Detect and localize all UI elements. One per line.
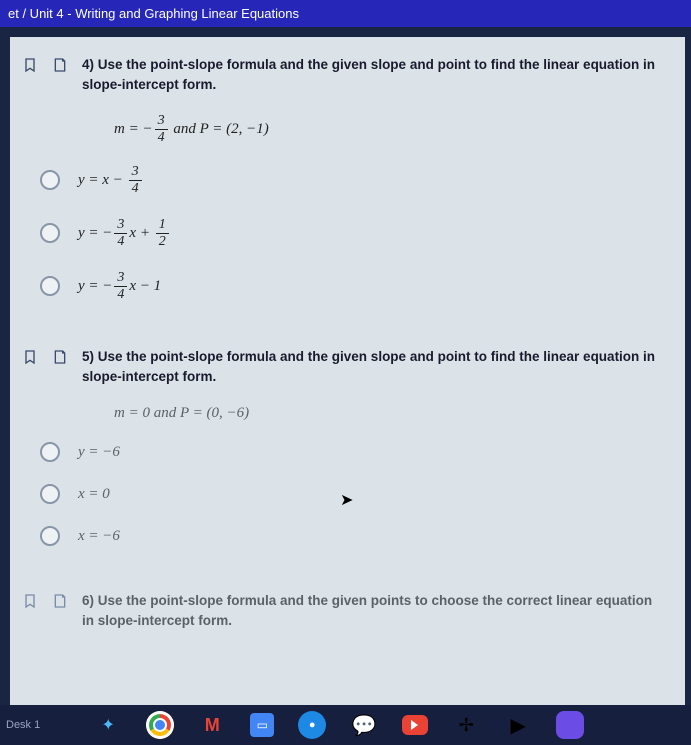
option-a[interactable]: y = x − 34 (40, 165, 665, 196)
answer-options: y = x − 34 y = −34x + 12 y = −34x − 1 (40, 165, 665, 302)
n: 1 (156, 218, 169, 234)
option-text: y = x − 34 (78, 165, 144, 196)
option-c[interactable]: y = −34x − 1 (40, 271, 665, 302)
question-number: 4) (82, 57, 94, 72)
question-number: 5) (82, 349, 94, 364)
desktop-label[interactable]: Desk 1 (6, 719, 40, 731)
note-icon[interactable] (52, 349, 68, 365)
gmail-icon[interactable]: M (198, 711, 226, 739)
given-values: m = −34 and P = (2, −1) (114, 114, 665, 145)
question-prompt: 4) Use the point-slope formula and the g… (82, 55, 665, 96)
option-text: y = −34x − 1 (78, 271, 161, 302)
bookmark-icon[interactable] (22, 593, 38, 609)
d: 4 (114, 287, 127, 302)
t: x + (129, 225, 150, 242)
note-icon[interactable] (52, 593, 68, 609)
option-text: y = −6 (78, 444, 120, 461)
option-a[interactable]: y = −6 (40, 442, 665, 462)
radio-button[interactable] (40, 526, 60, 546)
pinwheel-icon[interactable]: ✢ (452, 711, 480, 739)
question-4: 4) Use the point-slope formula and the g… (22, 55, 665, 302)
question-number: 6) (82, 593, 94, 608)
bookmark-icon[interactable] (22, 57, 38, 73)
n: 3 (114, 218, 127, 234)
frac-num: 3 (155, 114, 168, 130)
page-header: et / Unit 4 - Writing and Graphing Linea… (0, 0, 691, 27)
t: y = − (78, 278, 112, 295)
t: x − 1 (129, 278, 161, 295)
radio-button[interactable] (40, 276, 60, 296)
d: 4 (114, 234, 127, 249)
prompt-text: Use the point-slope formula and the give… (82, 349, 655, 384)
prompt-text: Use the point-slope formula and the give… (82, 593, 652, 628)
radio-button[interactable] (40, 484, 60, 504)
n: 3 (129, 165, 142, 181)
note-icon[interactable] (52, 57, 68, 73)
frac-den: 4 (155, 130, 168, 145)
worksheet-content: 4) Use the point-slope formula and the g… (10, 37, 685, 717)
bookmark-icon[interactable] (22, 349, 38, 365)
youtube-icon[interactable] (402, 715, 428, 735)
play-icon[interactable]: ▶ (504, 711, 532, 739)
prompt-text: Use the point-slope formula and the give… (82, 57, 655, 92)
d: 2 (156, 234, 169, 249)
option-text: x = 0 (78, 486, 110, 503)
app-icon[interactable] (556, 711, 584, 739)
docs-icon[interactable]: ▭ (250, 713, 274, 737)
radio-button[interactable] (40, 223, 60, 243)
taskbar: Desk 1 ✦ M ▭ ● 💬 ✢ ▶ (0, 705, 691, 745)
sparkle-icon[interactable]: ✦ (94, 711, 122, 739)
d: 4 (129, 181, 142, 196)
t: y = x − (78, 172, 123, 189)
question-6: 6) Use the point-slope formula and the g… (22, 591, 665, 632)
t: y = − (78, 225, 112, 242)
option-text: y = −34x + 12 (78, 218, 171, 249)
given-mid: and P = (2, −1) (170, 120, 269, 136)
chrome-icon[interactable] (146, 711, 174, 739)
given-values: m = 0 and P = (0, −6) (114, 405, 665, 422)
question-prompt: 5) Use the point-slope formula and the g… (82, 347, 665, 388)
given-pre: m = − (114, 120, 153, 136)
radio-button[interactable] (40, 442, 60, 462)
option-text: x = −6 (78, 528, 120, 545)
option-c[interactable]: x = −6 (40, 526, 665, 546)
question-prompt: 6) Use the point-slope formula and the g… (82, 591, 665, 632)
n: 3 (114, 271, 127, 287)
messenger-icon[interactable]: ● (298, 711, 326, 739)
radio-button[interactable] (40, 170, 60, 190)
chat-icon[interactable]: 💬 (350, 711, 378, 739)
question-5: 5) Use the point-slope formula and the g… (22, 347, 665, 547)
cursor-icon: ➤ (340, 490, 353, 510)
option-b[interactable]: y = −34x + 12 (40, 218, 665, 249)
